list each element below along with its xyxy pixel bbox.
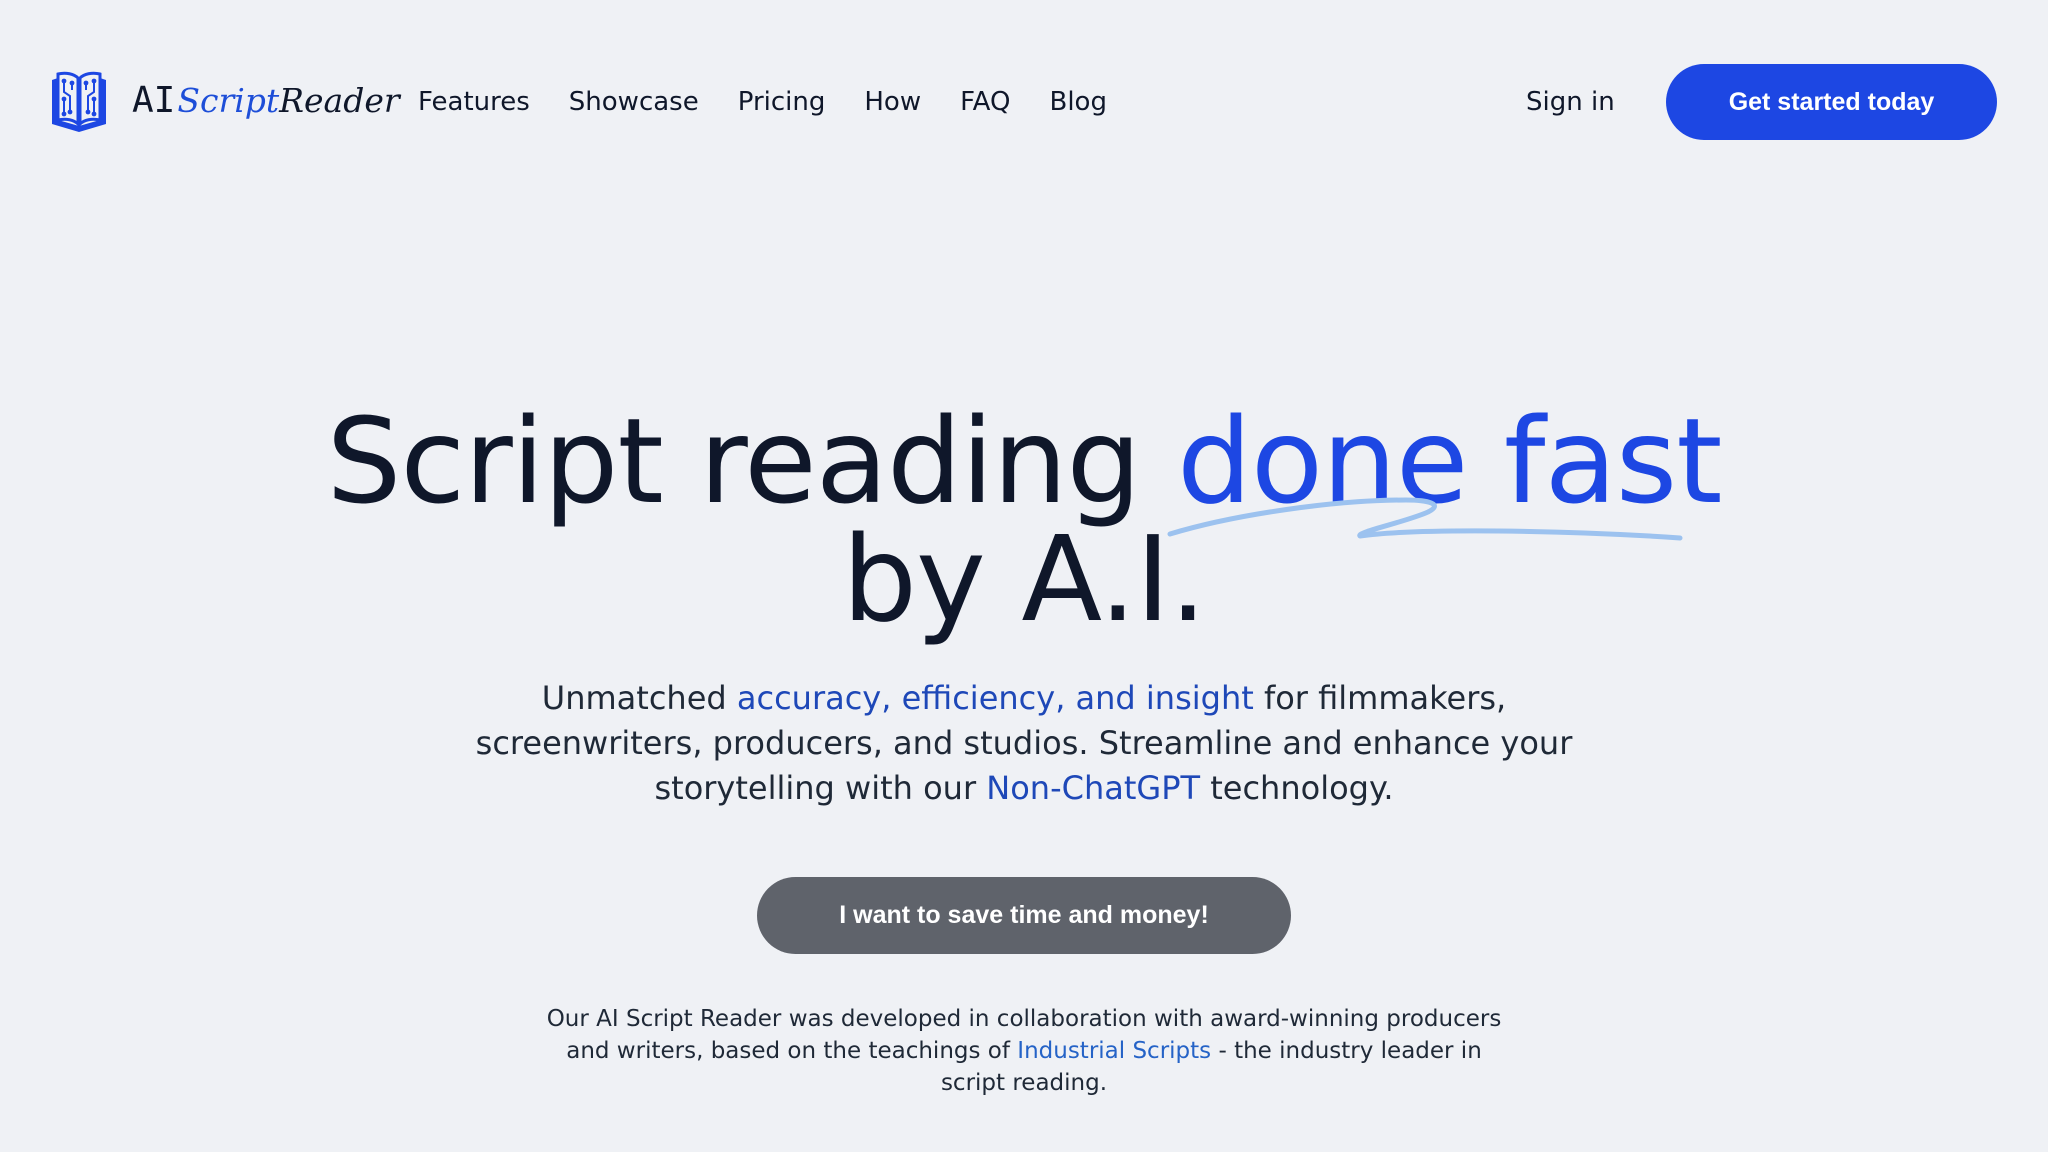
nav-features[interactable]: Features bbox=[418, 82, 530, 122]
book-circuit-icon bbox=[52, 71, 106, 132]
logo-ai-text: AI bbox=[132, 79, 176, 121]
nav-pricing[interactable]: Pricing bbox=[738, 82, 826, 122]
industrial-scripts-link[interactable]: Industrial Scripts bbox=[1017, 1038, 1211, 1064]
site-header: AI Script Reader Features Showcase Prici… bbox=[0, 0, 2048, 204]
collaboration-note: Our AI Script Reader was developed in co… bbox=[544, 1003, 1504, 1099]
logo-reader-text: Reader bbox=[279, 80, 400, 120]
logo-wordmark: AI Script Reader bbox=[132, 80, 400, 121]
hero-title-line-2: by A.I. bbox=[842, 510, 1207, 648]
sign-in-link[interactable]: Sign in bbox=[1526, 82, 1615, 122]
nav-showcase[interactable]: Showcase bbox=[569, 82, 699, 122]
logo-script-text: Script bbox=[177, 80, 280, 120]
nav-blog[interactable]: Blog bbox=[1049, 82, 1106, 122]
underline-squiggle-icon bbox=[1167, 497, 1683, 541]
subtitle-pre: Unmatched bbox=[541, 679, 737, 717]
save-time-money-button[interactable]: I want to save time and money! bbox=[757, 877, 1291, 954]
logo-link[interactable]: AI Script Reader bbox=[48, 66, 400, 134]
hero-title: Script reading done fast by A.I. bbox=[0, 402, 2048, 638]
get-started-button[interactable]: Get started today bbox=[1666, 64, 1997, 140]
main-nav: Features Showcase Pricing How FAQ Blog bbox=[418, 82, 1146, 122]
subtitle-highlight-1: accuracy, efficiency, and insight bbox=[736, 679, 1254, 717]
nav-how[interactable]: How bbox=[864, 82, 921, 122]
hero-subtitle: Unmatched accuracy, efficiency, and insi… bbox=[474, 676, 1574, 811]
nav-faq[interactable]: FAQ bbox=[960, 82, 1010, 122]
subtitle-highlight-2: Non-ChatGPT bbox=[986, 769, 1201, 807]
subtitle-post: technology. bbox=[1200, 769, 1394, 807]
hero-title-line-1: Script reading done fast bbox=[0, 402, 2048, 520]
